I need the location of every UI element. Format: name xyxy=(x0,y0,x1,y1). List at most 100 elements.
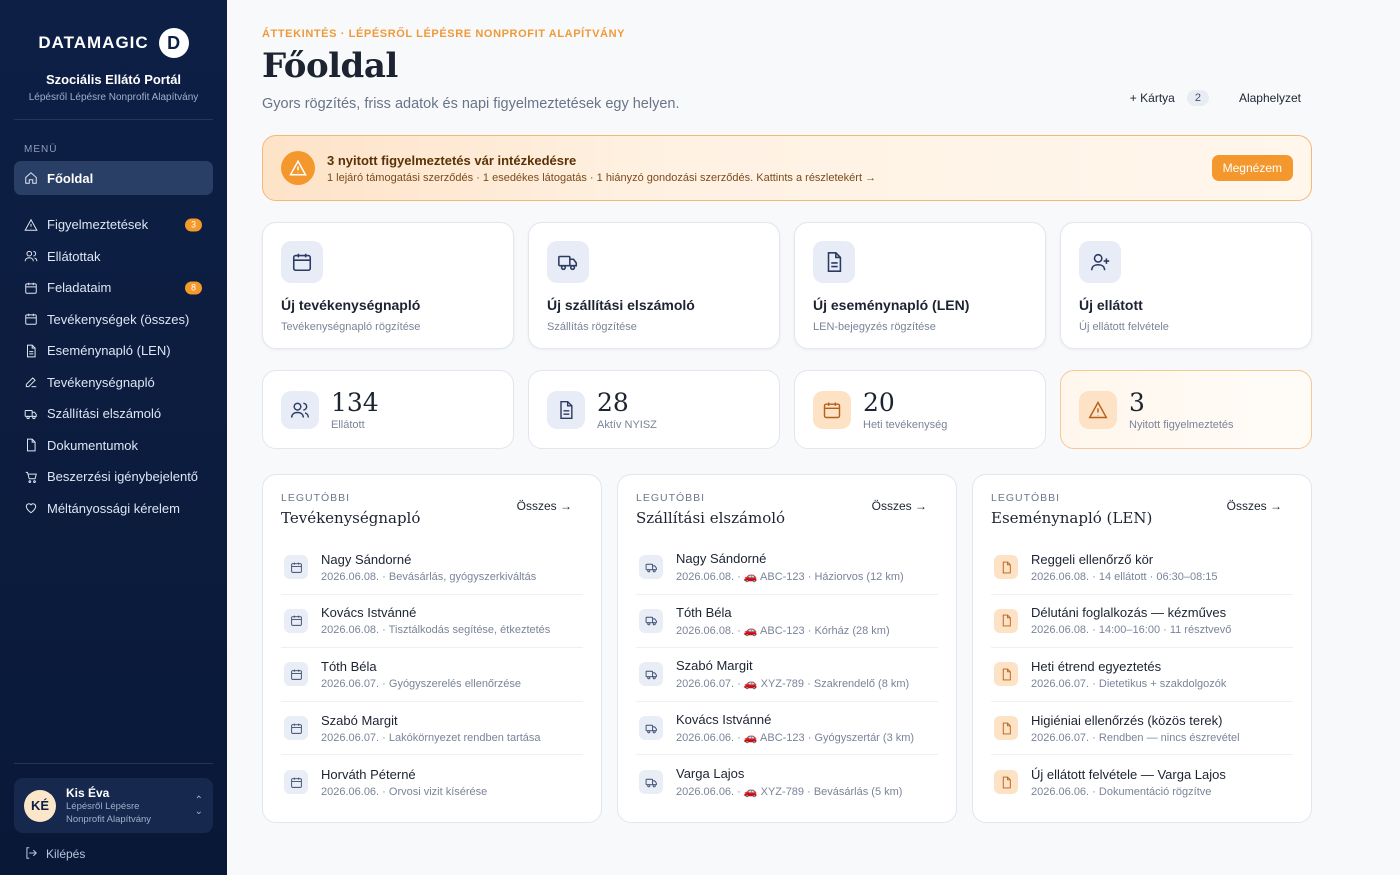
reset-button[interactable]: Alaphelyzet xyxy=(1239,91,1301,105)
sidebar-item-7[interactable]: Szállítási elszámoló xyxy=(14,398,213,430)
sidebar-item-9[interactable]: Beszerzési igénybejelentő xyxy=(14,461,213,493)
alert-triangle-icon xyxy=(1079,390,1117,429)
sidebar: DATAMAGIC D Szociális Ellátó Portál Lépé… xyxy=(0,0,227,875)
list-item[interactable]: Reggeli ellenőrző kör 2026.06.08. · 14 el… xyxy=(991,541,1293,595)
logout-link[interactable]: Kilépés xyxy=(14,833,213,875)
view-all-link[interactable]: Összes → xyxy=(517,499,572,513)
truck-icon xyxy=(639,716,663,741)
list-item[interactable]: Tóth Béla 2026.06.07. · Gyógyszerelés ell… xyxy=(281,648,583,702)
sidebar-item-1[interactable]: Figyelmeztetések 3 xyxy=(14,209,213,241)
list-item[interactable]: Nagy Sándorné 2026.06.08. · 🚗 ABC-123 · H… xyxy=(636,541,938,595)
org-name: Lépésről Lépésre Nonprofit Alapítvány xyxy=(28,92,199,103)
stats-row: 134 Ellátott 28 Aktív NYISZ 20 Heti tevékenys… xyxy=(262,370,1312,449)
recent-list-card: LEGUTÓBBI Szállítási elszámoló Összes → Nag… xyxy=(617,474,957,823)
sidebar-item-6[interactable]: Tevékenységnapló xyxy=(14,367,213,399)
menu-label: MENÜ xyxy=(24,144,58,155)
truck-icon xyxy=(24,407,38,421)
view-all-link[interactable]: Összes → xyxy=(872,499,927,513)
list-item-title: Higiéniai ellenőrzés (közös terek) xyxy=(1031,712,1223,728)
list-item[interactable]: Varga Lajos 2026.06.06. · 🚗 XYZ-789 · Bev… xyxy=(636,755,938,809)
file-icon xyxy=(24,438,38,452)
sidebar-nav: Figyelmeztetések 3 Ellátottak Feladataim 8 Te… xyxy=(14,209,213,524)
list-item[interactable]: Higiéniai ellenőrzés (közös terek) 2026.0… xyxy=(991,702,1293,756)
quick-action-title: Új tevékenységnapló xyxy=(281,297,421,313)
list-item[interactable]: Kovács Istvánné 2026.06.06. · 🚗 ABC-123 ·… xyxy=(636,702,938,756)
logout-label: Kilépés xyxy=(46,847,86,861)
calendar-icon xyxy=(284,716,308,741)
truck-icon xyxy=(547,241,589,283)
view-all-link[interactable]: Összes → xyxy=(1227,499,1282,513)
stat-card[interactable]: 28 Aktív NYISZ xyxy=(528,370,780,449)
stat-label: Nyitott figyelmeztetés xyxy=(1129,419,1234,431)
file-icon xyxy=(994,555,1018,580)
sidebar-item-label: Eseménynapló (LEN) xyxy=(47,343,171,359)
list-item[interactable]: Kovács Istvánné 2026.06.08. · Tisztálkodá… xyxy=(281,595,583,649)
list-item-meta: 2026.06.07. · Rendben — nincs észrevétel xyxy=(1031,731,1240,744)
list-item-title: Szabó Margit xyxy=(676,658,753,674)
list-item[interactable]: Új ellátott felvétele — Varga Lajos 2026.… xyxy=(991,755,1293,809)
list-item-meta: 2026.06.08. · Tisztálkodás segítése, étk… xyxy=(321,624,551,637)
home-icon xyxy=(24,171,38,185)
file-icon xyxy=(994,608,1018,633)
main-content: ÁTTEKINTÉS · LÉPÉSRŐL LÉPÉSRE NONPROFIT … xyxy=(227,0,1400,875)
quick-actions: Új tevékenységnapló Tevékenységnapló rögz… xyxy=(262,222,1312,349)
stat-value: 134 xyxy=(331,388,379,417)
quick-action-subtitle: Tevékenységnapló rögzítése xyxy=(281,321,421,333)
eyebrow: ÁTTEKINTÉS · LÉPÉSRŐL LÉPÉSRE NONPROFIT … xyxy=(262,28,626,40)
sidebar-footer: KÉ Kis Éva Lépésről Lépésre Nonprofit Al… xyxy=(14,763,213,875)
file-icon xyxy=(994,662,1018,687)
logout-icon xyxy=(24,846,38,863)
stat-card[interactable]: 3 Nyitott figyelmeztetés xyxy=(1060,370,1312,449)
header-actions: + Kártya 2 Alaphelyzet xyxy=(1130,90,1301,106)
add-card-button[interactable]: + Kártya xyxy=(1130,91,1175,105)
sidebar-item-10[interactable]: Méltányossági kérelem xyxy=(14,493,213,525)
recent-list-card: LEGUTÓBBI Tevékenységnapló Összes → Nagy Sá… xyxy=(262,474,602,823)
stat-value: 20 xyxy=(863,388,895,417)
list-item-meta: 2026.06.08. · 14:00–16:00 · 11 résztvevő xyxy=(1031,624,1232,637)
quick-action-card[interactable]: Új szállítási elszámoló Szállítás rögzíté… xyxy=(528,222,780,349)
sidebar-item-8[interactable]: Dokumentumok xyxy=(14,430,213,462)
stat-card[interactable]: 134 Ellátott xyxy=(262,370,514,449)
list-item-title: Nagy Sándorné xyxy=(676,551,767,567)
list-item[interactable]: Heti étrend egyeztetés 2026.06.07. · Diet… xyxy=(991,648,1293,702)
sidebar-item-home[interactable]: Főoldal xyxy=(14,161,213,195)
list-item[interactable]: Tóth Béla 2026.06.08. · 🚗 ABC-123 · Kórhá… xyxy=(636,595,938,649)
list-item[interactable]: Délutáni foglalkozás — kézműves 2026.06.0… xyxy=(991,595,1293,649)
stat-value: 3 xyxy=(1129,388,1145,417)
list-item-meta: 2026.06.08. · 🚗 ABC-123 · Háziorvos (12 … xyxy=(676,571,904,584)
truck-icon xyxy=(639,662,663,687)
list-item-meta: 2026.06.07. · 🚗 XYZ-789 · Szakrendelő (8… xyxy=(676,678,910,691)
file-icon xyxy=(994,770,1018,795)
list-item[interactable]: Szabó Margit 2026.06.07. · 🚗 XYZ-789 · Sz… xyxy=(636,648,938,702)
sidebar-item-4[interactable]: Tevékenységek (összes) xyxy=(14,304,213,336)
stat-value: 28 xyxy=(597,388,629,417)
file-text-icon xyxy=(547,390,585,429)
quick-action-title: Új ellátott xyxy=(1079,297,1143,313)
list-item-title: Kovács Istvánné xyxy=(321,605,417,621)
sidebar-item-label: Méltányossági kérelem xyxy=(47,500,180,516)
quick-action-card[interactable]: Új eseménynapló (LEN) LEN-bejegyzés rögzí… xyxy=(794,222,1046,349)
brand: DATAMAGIC D Szociális Ellátó Portál Lépé… xyxy=(14,0,213,103)
list-item-title: Horváth Péterné xyxy=(321,766,416,782)
sidebar-item-2[interactable]: Ellátottak xyxy=(14,241,213,273)
stat-card[interactable]: 20 Heti tevékenység xyxy=(794,370,1046,449)
list-item[interactable]: Szabó Margit 2026.06.07. · Lakókörnyezet … xyxy=(281,702,583,756)
list-item-title: Kovács Istvánné xyxy=(676,712,772,728)
quick-action-card[interactable]: Új ellátott Új ellátott felvétele xyxy=(1060,222,1312,349)
user-menu[interactable]: KÉ Kis Éva Lépésről Lépésre Nonprofit Al… xyxy=(14,778,213,833)
view-alerts-button[interactable]: Megnézem xyxy=(1211,155,1293,181)
sidebar-item-label: Főoldal xyxy=(47,170,94,186)
heart-icon xyxy=(24,501,38,515)
list-item-meta: 2026.06.06. · Dokumentáció rögzítve xyxy=(1031,785,1212,798)
sidebar-item-3[interactable]: Feladataim 8 xyxy=(14,272,213,304)
list-item-meta: 2026.06.07. · Gyógyszerelés ellenőrzése xyxy=(321,677,521,690)
list-item[interactable]: Nagy Sándorné 2026.06.08. · Bevásárlás, g… xyxy=(281,541,583,595)
list-item[interactable]: Horváth Péterné 2026.06.06. · Orvosi vizi… xyxy=(281,755,583,809)
file-icon xyxy=(994,716,1018,741)
sidebar-item-5[interactable]: Eseménynapló (LEN) xyxy=(14,335,213,367)
calendar-icon xyxy=(284,770,308,795)
alert-banner[interactable]: 3 nyitott figyelmeztetés vár intézkedésr… xyxy=(262,135,1312,201)
quick-action-card[interactable]: Új tevékenységnapló Tevékenységnapló rögz… xyxy=(262,222,514,349)
divider xyxy=(14,763,213,764)
list-item-title: Szabó Margit xyxy=(321,712,398,728)
